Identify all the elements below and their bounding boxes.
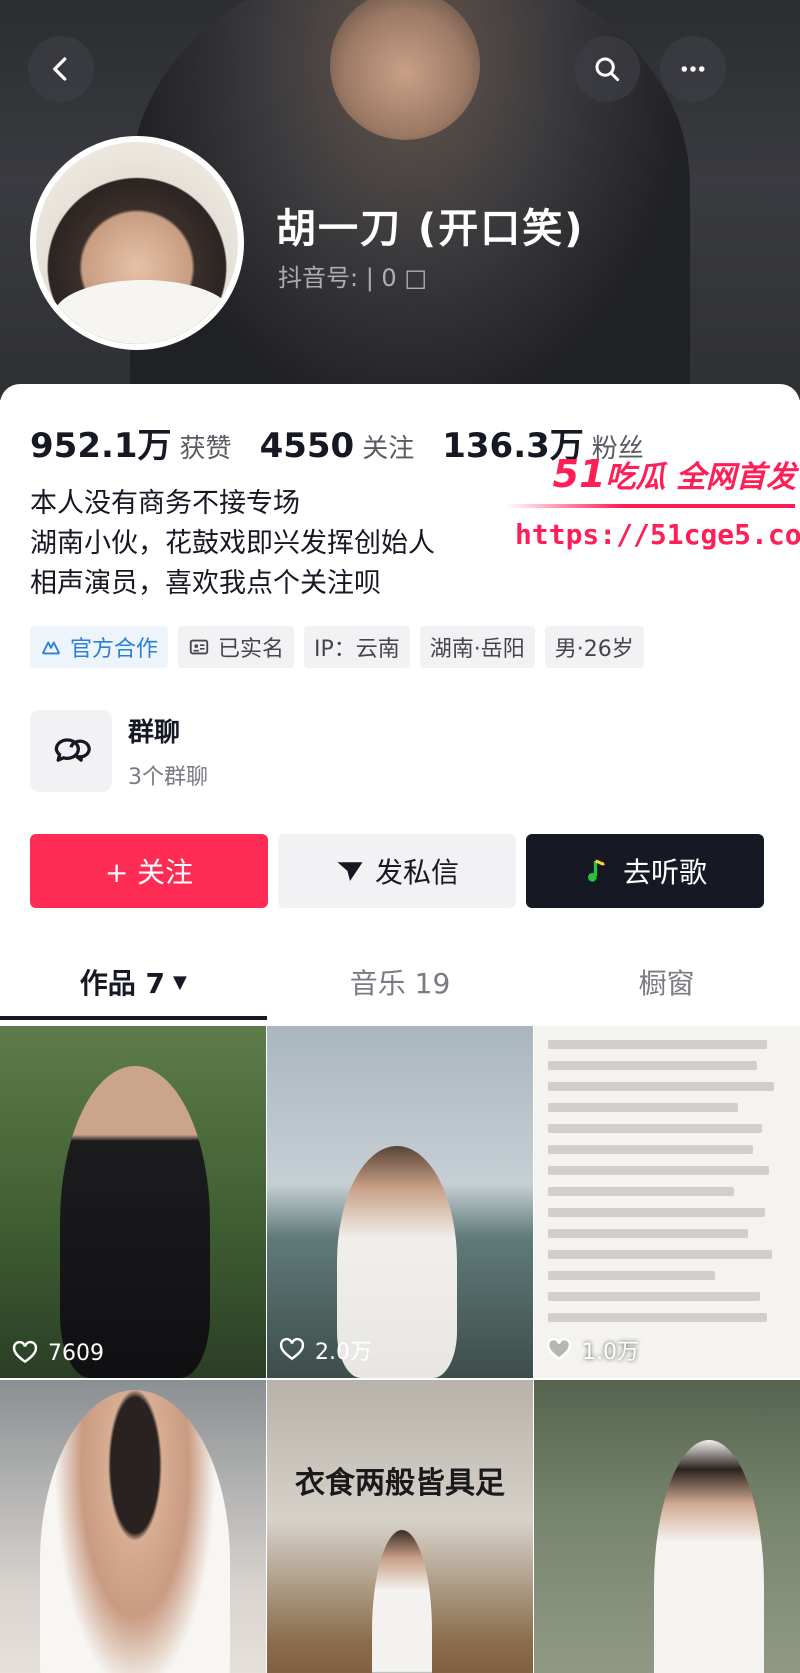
stat-label: 关注 [362,434,415,464]
tag-label: 官方合作 [70,637,159,662]
message-button[interactable]: 发私信 [278,834,516,908]
group-chat-entry[interactable]: 群聊 3个群聊 [30,710,208,792]
video-subject [60,1066,210,1378]
tag-gender-age: 男·26岁 [544,626,644,668]
more-button[interactable] [660,36,726,102]
video-thumbnail[interactable] [0,1380,266,1673]
tab-music[interactable]: 音乐 19 [267,944,534,1020]
text-screenshot [548,1040,786,1334]
listen-music-button[interactable]: 去听歌 [526,834,764,908]
tab-works[interactable]: 作品 7 ▼ [0,944,267,1020]
bio-line: 相声演员，喜欢我点个关注呗 [30,568,381,599]
stat-label: 获赞 [179,434,232,464]
search-icon [595,57,620,82]
avatar-shirt [54,280,232,344]
video-thumbnail[interactable]: 2.0万 [267,1026,533,1378]
id-card-icon [189,639,209,655]
video-grid: 7609 2.0万 1.0万 衣食两般皆具足 [0,1026,800,1673]
video-thumbnail[interactable]: 衣食两般皆具足 [267,1380,533,1673]
watermark-line [505,504,795,508]
bio: 本人没有商务不接专场 湖南小伙，花鼓戏即兴发挥创始人 相声演员，喜欢我点个关注呗 [30,484,435,604]
message-label: 发私信 [374,856,459,889]
tag-label: IP：云南 [314,637,400,662]
likes-count: 1.0万 [582,1340,639,1365]
tag-label: 已实名 [218,637,285,662]
video-thumbnail[interactable] [534,1380,800,1673]
tab-label: 音乐 19 [349,967,451,1000]
video-thumbnail[interactable]: 7609 [0,1026,266,1378]
bio-line: 湖南小伙，花鼓戏即兴发挥创始人 [30,528,435,559]
action-buttons: + 关注 发私信 去听歌 [30,834,764,908]
stat-value: 952.1万 [30,426,172,466]
tab-label: 橱窗 [638,967,695,1000]
group-chat-title: 群聊 [128,717,181,748]
chat-bubbles-icon [54,738,91,762]
stat-value: 4550 [259,426,355,466]
tab-shop-window[interactable]: 橱窗 [533,944,800,1020]
cooperation-icon [41,641,61,655]
video-likes: 1.0万 [546,1334,639,1366]
music-label: 去听歌 [622,856,707,889]
avatar[interactable] [30,136,244,350]
content-tabs: 作品 7 ▼ 音乐 19 橱窗 [0,944,800,1020]
send-icon [337,862,363,881]
profile-cover: 胡一刀 (开口笑) 抖音号: | 0 □ [0,0,800,400]
tag-verified[interactable]: 已实名 [178,626,295,668]
caret-down-icon: ▼ [173,971,187,993]
tag-location[interactable]: 湖南·岳阳 [419,626,535,668]
profile-card: 952.1万 获赞 4550 关注 136.3万 粉丝 51吃瓜 全网首发 ht… [0,384,800,1673]
more-icon [681,66,705,72]
video-thumbnail[interactable]: 1.0万 [534,1026,800,1378]
heart-icon [12,1340,38,1364]
tag-label: 男·26岁 [554,637,634,662]
heart-icon [546,1337,572,1361]
video-likes: 2.0万 [279,1334,372,1366]
video-subject [654,1440,764,1673]
watermark: 51吃瓜 全网首发 https://51cge5.com [505,452,800,572]
stat-likes[interactable]: 952.1万 获赞 [30,418,232,467]
tags-row: 官方合作 已实名 IP：云南 湖南·岳阳 男·26岁 [30,626,654,668]
video-likes: 7609 [12,1340,104,1366]
bio-line: 本人没有商务不接专场 [30,488,300,519]
group-chat-text: 群聊 3个群聊 [128,712,208,791]
video-subject [372,1530,432,1673]
tag-ip: IP：云南 [304,626,410,668]
tag-official-cooperation[interactable]: 官方合作 [30,626,169,668]
heart-icon [279,1337,305,1361]
tag-label: 湖南·岳阳 [429,637,525,662]
tab-label: 作品 7 [79,967,166,1000]
profile-name: 胡一刀 (开口笑) [276,206,585,252]
follow-button[interactable]: + 关注 [30,834,268,908]
stat-following[interactable]: 4550 关注 [260,426,415,466]
watermark-brand: 51吃瓜 全网首发 [552,452,796,496]
likes-count: 7609 [48,1340,104,1366]
music-note-icon [587,859,605,882]
search-button[interactable] [574,36,640,102]
douyin-id[interactable]: 抖音号: | 0 □ [278,258,427,293]
video-subject [40,1390,230,1673]
chevron-left-icon [53,57,67,81]
back-button[interactable] [28,36,94,102]
group-chat-icon-box [30,710,112,792]
group-chat-subtitle: 3个群聊 [128,764,208,790]
video-caption: 衣食两般皆具足 [295,1466,505,1501]
watermark-url: https://51cge5.com [515,518,800,551]
likes-count: 2.0万 [315,1340,372,1365]
